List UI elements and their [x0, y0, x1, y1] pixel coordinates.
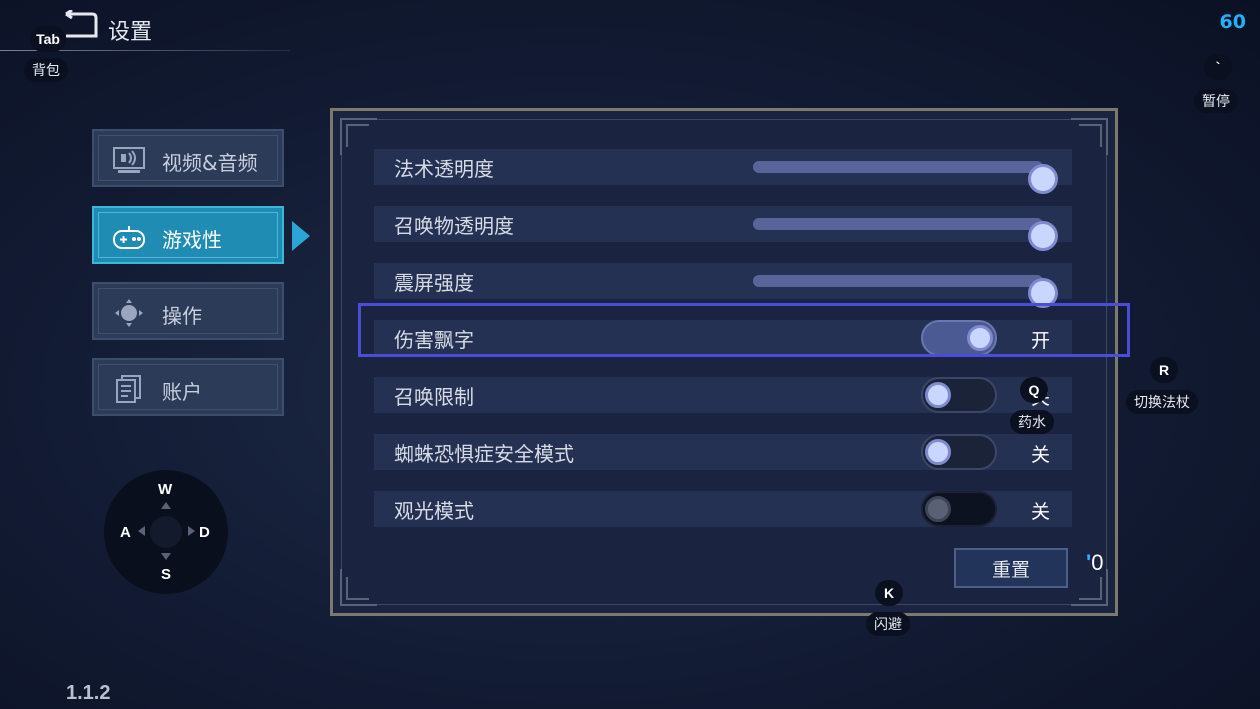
screen-shake-slider[interactable]: [753, 275, 1058, 308]
gamepad-icon: [112, 222, 146, 252]
summon-limit-toggle[interactable]: [921, 377, 997, 413]
arachnophobia-mode-toggle[interactable]: [921, 434, 997, 470]
toggle-state-label: 关: [1031, 444, 1051, 466]
setting-row-summon-opacity: 召唤物透明度: [374, 206, 1072, 251]
pause-key-hint: `: [1204, 54, 1232, 80]
switch-staff-key-hint: R: [1150, 357, 1178, 383]
reset-button[interactable]: 重置: [954, 548, 1068, 588]
back-icon[interactable]: [62, 8, 98, 40]
setting-row-screen-shake: 震屏强度: [374, 263, 1072, 308]
active-menu-arrow-icon: [292, 221, 310, 251]
summon-opacity-slider[interactable]: [753, 218, 1058, 251]
focus-highlight: [358, 303, 1130, 357]
version-label: 1.1.2: [66, 682, 111, 704]
reset-key-hint: '0: [1086, 550, 1103, 576]
move-right-key: D: [199, 524, 210, 541]
menu-item-video-audio[interactable]: 视频&音频: [92, 129, 284, 187]
setting-label: 震屏强度: [394, 270, 474, 295]
monitor-audio-icon: [112, 145, 146, 175]
back-key-hint: Tab: [30, 26, 66, 52]
setting-label: 观光模式: [394, 498, 474, 523]
setting-row-summon-limit: 召唤限制 关: [374, 377, 1072, 413]
potion-hint-label: 药水: [1010, 410, 1054, 434]
menu-item-controls[interactable]: 操作: [92, 282, 284, 340]
slider-handle[interactable]: [1028, 164, 1058, 194]
arrow-down-icon: [161, 553, 171, 560]
slider-fill: [753, 218, 1043, 230]
pause-hint-label[interactable]: 暂停: [1194, 89, 1238, 113]
dpad-icon: [112, 298, 146, 328]
dodge-hint-label: 闪避: [866, 612, 910, 636]
setting-row-spell-opacity: 法术透明度: [374, 149, 1072, 194]
dodge-key-hint: K: [875, 580, 903, 606]
setting-row-arachnophobia-mode: 蜘蛛恐惧症安全模式 关: [374, 434, 1072, 470]
menu-item-account[interactable]: 账户: [92, 358, 284, 416]
page-title: 设置: [108, 20, 153, 45]
potion-key-hint: Q: [1020, 377, 1048, 403]
toggle-knob: [925, 496, 951, 522]
move-down-key: S: [161, 566, 172, 583]
sightseeing-mode-toggle[interactable]: [921, 491, 997, 527]
ornament-corner-icon: [1071, 118, 1108, 155]
toggle-knob: [925, 382, 951, 408]
switch-staff-hint-label: 切换法杖: [1126, 390, 1198, 414]
toggle-state-label: 关: [1031, 501, 1051, 523]
back-hint-label: 背包: [24, 58, 68, 82]
arrow-left-icon: [138, 526, 145, 536]
slider-fill: [753, 161, 1043, 173]
fps-counter: 60: [1219, 11, 1246, 33]
panel-inner-border: [341, 119, 1107, 605]
spell-opacity-slider[interactable]: [753, 161, 1058, 194]
setting-label: 召唤物透明度: [394, 213, 514, 238]
menu-item-label: 游戏性: [162, 228, 222, 252]
ornament-corner-icon: [340, 569, 377, 606]
documents-icon: [112, 374, 146, 404]
setting-label: 蜘蛛恐惧症安全模式: [394, 441, 574, 466]
movement-pad-center: [150, 516, 182, 548]
move-up-key: W: [158, 481, 173, 498]
slider-fill: [753, 275, 1043, 287]
move-left-key: A: [120, 524, 131, 541]
ornament-corner-icon: [340, 118, 377, 155]
setting-label: 法术透明度: [394, 156, 494, 181]
toggle-knob: [925, 439, 951, 465]
menu-item-label: 账户: [162, 380, 202, 404]
slider-handle[interactable]: [1028, 221, 1058, 251]
menu-item-label: 视频&音频: [162, 151, 258, 175]
reset-key-label: 0: [1091, 550, 1104, 575]
arrow-right-icon: [188, 526, 195, 536]
menu-item-gameplay[interactable]: 游戏性: [92, 206, 284, 264]
menu-item-label: 操作: [162, 304, 202, 328]
setting-row-sightseeing-mode: 观光模式 关: [374, 491, 1072, 527]
arrow-up-icon: [161, 502, 171, 509]
setting-label: 召唤限制: [394, 384, 474, 409]
